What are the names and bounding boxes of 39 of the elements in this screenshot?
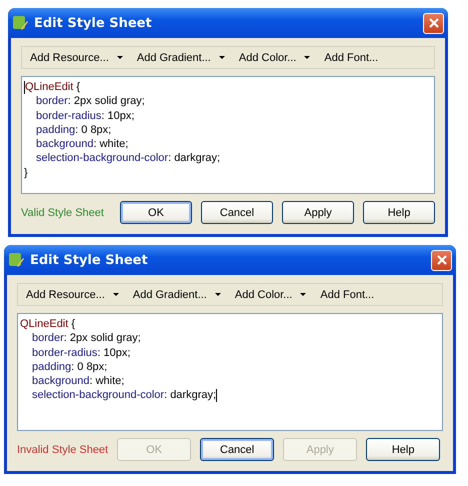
code-line: QLineEdit { <box>20 317 76 332</box>
code-line: border: 2px solid gray; <box>32 331 141 346</box>
code-line: border: 2px solid gray; <box>36 94 145 109</box>
code-line: border-radius: 10px; <box>36 108 134 123</box>
code-line: selection-background-color: darkgray; <box>32 388 216 403</box>
close-icon <box>428 17 440 29</box>
toolbar-button[interactable]: Add Resource... <box>26 288 119 300</box>
code-editor[interactable]: QLineEdit { border: 2px solid gray; border-radius: 10px; padding: 0 8px; background: white; selection-background-color: darkgray; } <box>21 76 435 194</box>
close-button[interactable] <box>431 250 452 270</box>
status-text: Valid Style Sheet <box>21 206 105 220</box>
code-line: background: white; <box>32 374 124 388</box>
close-icon <box>436 254 448 266</box>
dialog-button[interactable]: Cancel <box>200 438 274 461</box>
toolbar-button[interactable]: Add Gradient... <box>136 52 225 64</box>
app-icon <box>12 15 28 31</box>
toolbar-button[interactable]: Add Gradient... <box>132 288 221 300</box>
dialog-button[interactable]: Cancel <box>201 201 273 224</box>
app-icon <box>8 252 24 268</box>
window-title: Edit Style Sheet <box>30 252 149 268</box>
code-line: } <box>24 166 28 180</box>
dialog-button[interactable]: Apply <box>282 201 354 224</box>
code-line: padding: 0 8px; <box>36 122 112 138</box>
close-button[interactable] <box>423 12 444 34</box>
code-line: border-radius: 10px; <box>32 346 130 360</box>
code-line: padding: 0 8px; <box>32 360 108 374</box>
toolbar-button[interactable]: Add Font... <box>320 288 374 300</box>
dialog-button[interactable]: Help <box>363 201 435 224</box>
toolbar-button[interactable]: Add Color... <box>238 52 310 64</box>
dialog-button[interactable]: OK <box>120 201 192 224</box>
toolbar-button[interactable]: Add Color... <box>234 288 306 300</box>
status-text: Invalid Style Sheet <box>17 442 108 456</box>
toolbar-button[interactable]: Add Font... <box>324 52 378 64</box>
code-editor[interactable]: QLineEdit { border: 2px solid gray; border-radius: 10px; padding: 0 8px; background: white; selection-background-color: darkgray; <box>17 313 443 431</box>
window-title: Edit Style Sheet <box>34 16 153 30</box>
code-line: QLineEdit { <box>25 80 80 94</box>
toolbar-button[interactable]: Add Resource... <box>30 52 123 64</box>
dialog-button[interactable]: Help <box>366 438 440 461</box>
code-line: background: white; <box>36 137 128 152</box>
code-line: selection-background-color: darkgray; <box>36 151 220 166</box>
